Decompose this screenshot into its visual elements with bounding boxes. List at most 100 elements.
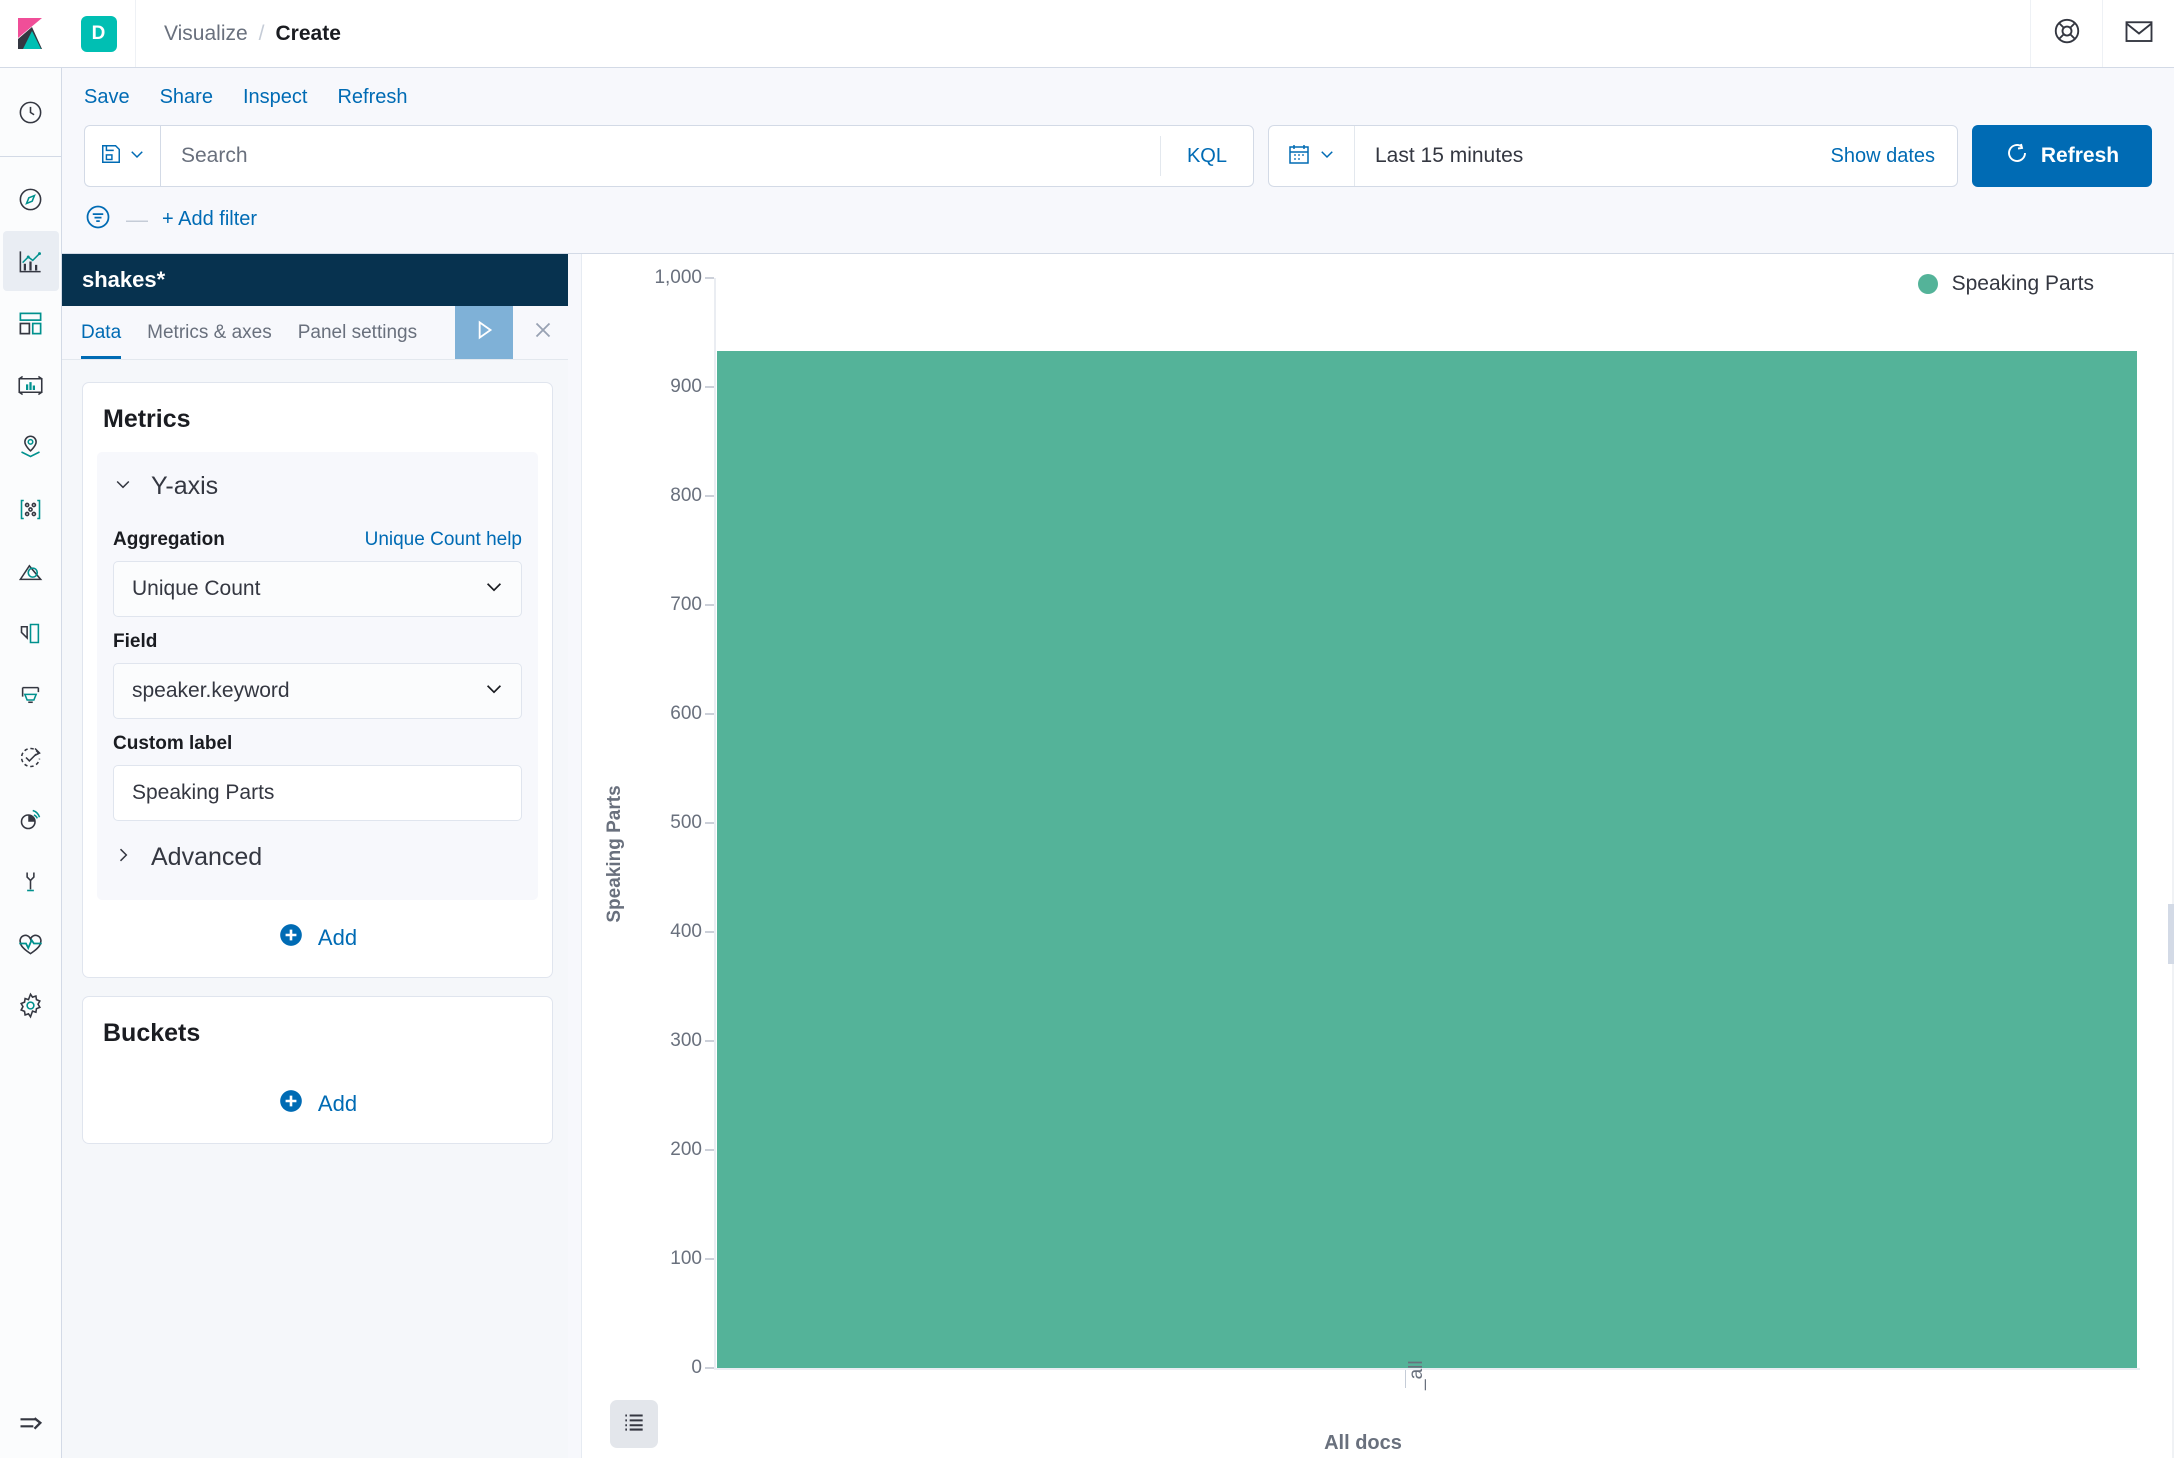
sidebar-item-infrastructure[interactable]: [3, 541, 59, 601]
custom-label-input[interactable]: [113, 765, 522, 821]
query-language-badge[interactable]: KQL: [1159, 136, 1253, 176]
buckets-card-title: Buckets: [103, 1019, 201, 1047]
y-axis-tick-mark: [705, 277, 714, 279]
filter-funnel-icon[interactable]: [84, 203, 112, 236]
y-axis-ticks: 0 100 200 300 400 500 600 700 800 900 1,000: [626, 254, 714, 1384]
sidebar-item-maps[interactable]: [3, 417, 59, 477]
y-axis-tick-mark: [705, 1149, 714, 1151]
chevron-down-icon: [113, 474, 133, 499]
add-metric-button[interactable]: Add: [103, 900, 532, 959]
y-axis-tick-label: 1,000: [654, 267, 702, 288]
y-axis-tick-label: 0: [691, 1357, 702, 1378]
field-label-row: Field: [113, 631, 522, 653]
sidebar-item-siem[interactable]: [3, 789, 59, 849]
chevron-down-icon: [483, 576, 505, 603]
field-value: speaker.keyword: [132, 679, 290, 702]
sidebar-item-discover[interactable]: [3, 169, 59, 229]
apply-changes-button[interactable]: [455, 306, 513, 359]
share-button[interactable]: Share: [160, 86, 213, 109]
inspect-button[interactable]: Inspect: [243, 86, 307, 109]
search-row: KQL Last 15 minute: [84, 125, 2152, 187]
close-x-icon: [530, 317, 556, 348]
breadcrumb-separator: /: [258, 21, 265, 45]
query-bar-area: Save Share Inspect Refresh Search KQL La…: [62, 68, 2174, 254]
x-axis-tick-label: _all: [1406, 1360, 1427, 1390]
metrics-card: Metrics Y-axis Aggregation Unique Count …: [82, 382, 553, 978]
breadcrumb-visualize[interactable]: Visualize: [164, 22, 248, 46]
nav-collapse-button[interactable]: [0, 1396, 62, 1452]
avatar: D: [80, 15, 117, 52]
y-axis-tick-mark: [705, 495, 714, 497]
newsfeed-button[interactable]: [2102, 0, 2174, 67]
visualization-editor-panel: shakes* Data Metrics & axes Panel settin…: [62, 254, 574, 1458]
add-bucket-button[interactable]: Add: [103, 1066, 532, 1125]
legend-toggle-button[interactable]: [610, 1400, 658, 1448]
add-bucket-label: Add: [317, 1090, 358, 1116]
breadcrumb: Visualize / Create: [136, 22, 341, 46]
y-axis-tick-label: 500: [670, 812, 702, 833]
date-quick-select-button[interactable]: [1269, 126, 1355, 186]
y-axis-tick-label: 300: [670, 1030, 702, 1051]
sidebar-item-uptime[interactable]: [3, 727, 59, 787]
search-input[interactable]: [181, 144, 1160, 168]
index-pattern-title: shakes*: [82, 267, 166, 292]
space-switcher-button[interactable]: D: [62, 0, 136, 67]
refresh-menu-button[interactable]: Refresh: [337, 86, 407, 109]
tab-panel-settings[interactable]: Panel settings: [285, 306, 430, 359]
buckets-card: Buckets Add: [82, 996, 553, 1144]
y-axis-tick-label: 400: [670, 921, 702, 942]
sidebar-item-logs[interactable]: [3, 603, 59, 663]
sidebar-item-dev-tools[interactable]: [3, 851, 59, 911]
panel-resize-handle[interactable]: [568, 254, 595, 1458]
help-button[interactable]: [2030, 0, 2102, 67]
y-axis-group-header[interactable]: Y-axis: [113, 464, 522, 515]
y-axis-tick-mark: [705, 1367, 714, 1369]
life-ring-icon: [2052, 16, 2082, 51]
save-button[interactable]: Save: [84, 86, 130, 109]
save-disk-icon: [100, 143, 122, 170]
show-dates-button[interactable]: Show dates: [1830, 145, 1957, 168]
chevron-right-icon: [113, 845, 133, 870]
list-icon: [621, 1409, 647, 1440]
custom-label-row: Custom label: [113, 733, 522, 755]
scrollbar-thumb[interactable]: [2168, 904, 2174, 964]
top-menu-actions: Save Share Inspect Refresh: [62, 68, 2174, 109]
filter-bar: — + Add filter: [62, 187, 2174, 236]
sidebar-item-monitoring[interactable]: [3, 913, 59, 973]
x-axis-title: All docs: [1324, 1432, 1402, 1454]
y-axis-tick-mark: [705, 386, 714, 388]
y-axis-tick-label: 100: [670, 1248, 702, 1269]
time-picker[interactable]: Last 15 minutes Show dates: [1268, 125, 1958, 187]
sidebar-item-management[interactable]: [3, 975, 59, 1035]
discard-changes-button[interactable]: [513, 306, 573, 359]
search-box[interactable]: KQL: [160, 125, 1254, 187]
sidebar-item-dashboard[interactable]: [3, 293, 59, 353]
chevron-down-icon: [1318, 145, 1336, 168]
tab-data[interactable]: Data: [62, 306, 134, 359]
sidebar-item-machine-learning[interactable]: [3, 479, 59, 539]
sidebar-item-apm[interactable]: [3, 665, 59, 725]
y-axis-tick-mark: [705, 931, 714, 933]
filter-dash: —: [126, 206, 148, 232]
envelope-icon: [2124, 18, 2154, 49]
add-filter-button[interactable]: + Add filter: [162, 208, 257, 231]
y-axis-label: Y-axis: [151, 472, 219, 500]
global-nav-rail: [0, 0, 62, 1458]
tab-metrics-axes[interactable]: Metrics & axes: [134, 306, 285, 359]
sidebar-item-canvas[interactable]: [3, 355, 59, 415]
aggregation-help-link[interactable]: Unique Count help: [365, 529, 522, 551]
sidebar-item-visualize[interactable]: [2, 231, 59, 291]
header-right-actions: [2030, 0, 2174, 67]
field-select[interactable]: speaker.keyword: [113, 663, 522, 719]
kibana-visualize-create-page: D Visualize / Create Save Share Inspect …: [0, 0, 2174, 1458]
editor-tabs: Data Metrics & axes Panel settings: [62, 306, 573, 360]
kibana-logo-icon[interactable]: [0, 0, 62, 68]
bar-speaking-parts[interactable]: [717, 351, 2137, 1368]
y-axis-tick-label: 900: [670, 376, 702, 397]
saved-query-button[interactable]: [84, 125, 160, 187]
time-range-value[interactable]: Last 15 minutes: [1355, 144, 1523, 168]
sidebar-item-recently-viewed[interactable]: [3, 82, 59, 142]
advanced-toggle[interactable]: Advanced: [113, 821, 522, 882]
refresh-button[interactable]: Refresh: [1972, 125, 2152, 187]
aggregation-select[interactable]: Unique Count: [113, 561, 522, 617]
